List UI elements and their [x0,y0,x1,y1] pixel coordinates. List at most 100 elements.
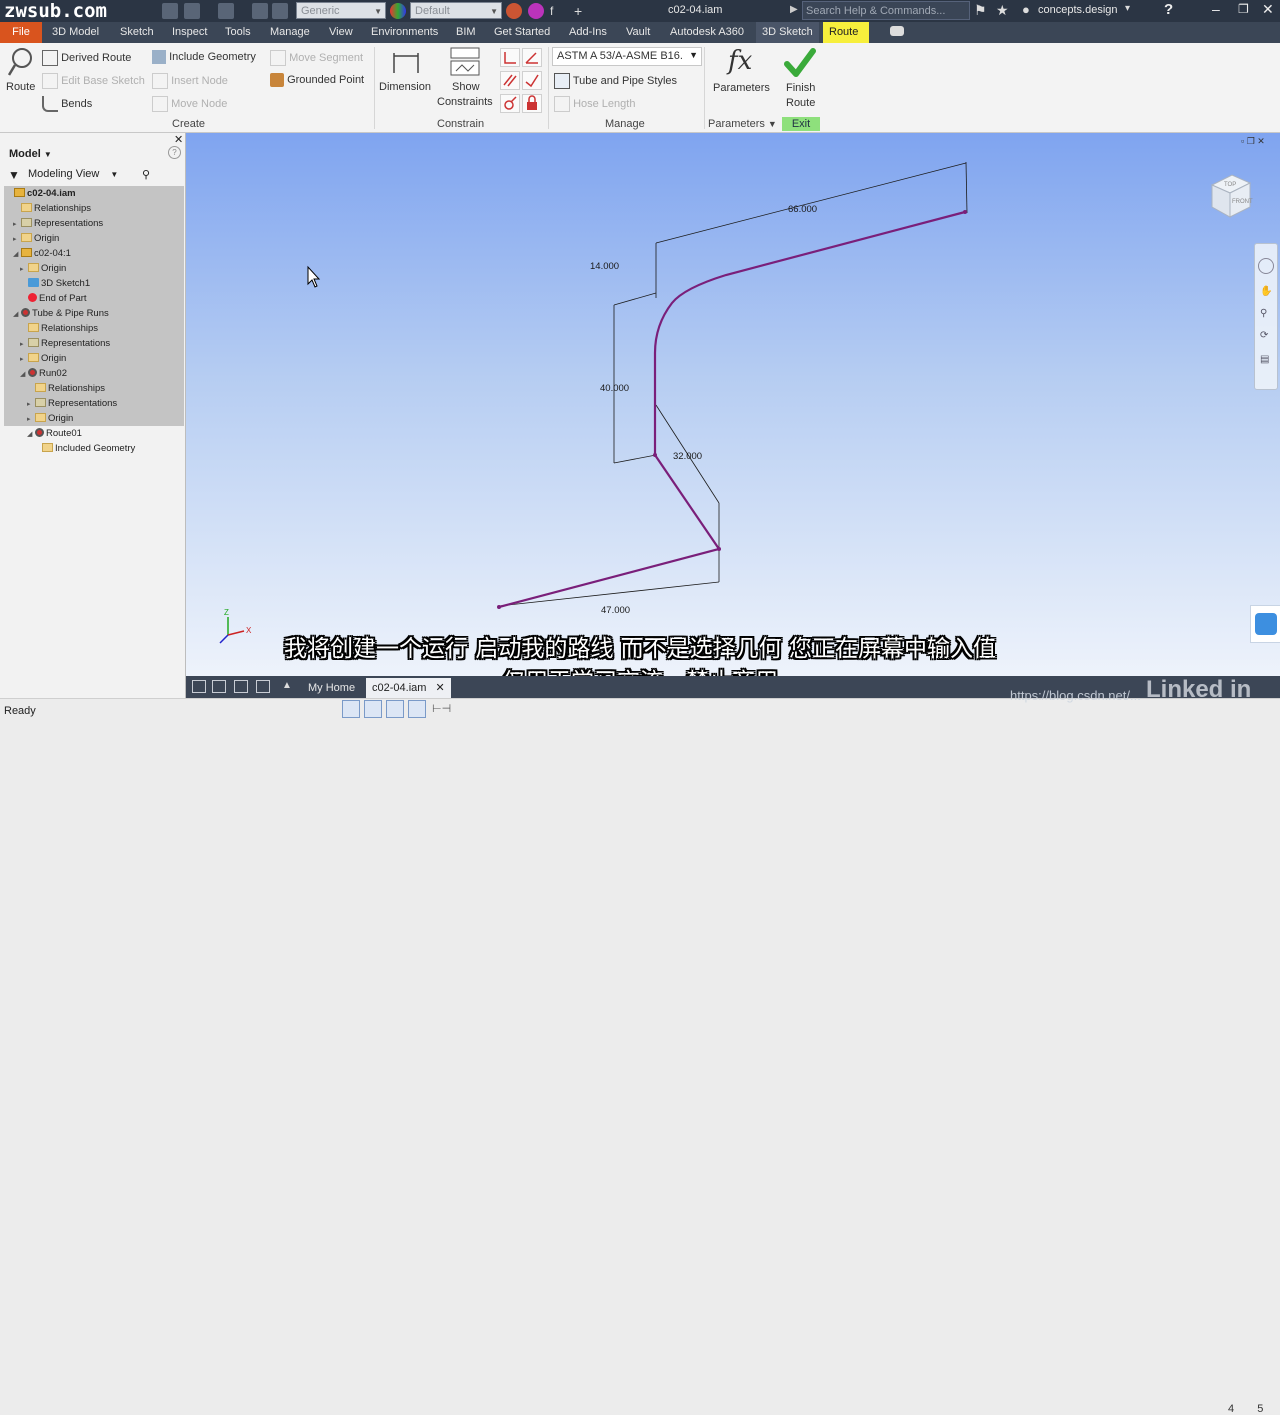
snap-icon[interactable] [364,700,382,718]
expand-toggle-icon[interactable]: ▸ [20,262,28,277]
user-dropdown-icon[interactable]: ▾ [1125,3,1130,14]
minimize-icon[interactable]: – [1212,1,1220,17]
tab-route[interactable]: Route [823,22,869,43]
style-select[interactable]: ASTM A 53/A-ASME B16. ▼ [552,47,702,66]
hose-length-button[interactable]: Hose Length [554,96,635,112]
tree-node[interactable]: Included Geometry [34,441,135,456]
insert-node-button[interactable]: Insert Node [152,73,228,89]
move-node-button[interactable]: Move Node [152,96,227,112]
include-geometry-button[interactable]: Include Geometry [152,50,256,64]
close-icon[interactable]: ✕ [1262,1,1274,18]
tab-file[interactable]: File [0,22,42,43]
grounded-point-button[interactable]: Grounded Point [270,73,364,87]
star-icon[interactable]: ★ [996,2,1009,19]
help-icon[interactable]: ? [1164,1,1173,18]
tab-tools[interactable]: Tools [219,22,257,43]
tab-autodesk-a360[interactable]: Autodesk A360 [664,22,750,43]
steering-wheel-icon[interactable] [1258,258,1274,274]
coincident-constraint-icon[interactable] [500,94,520,113]
filter-icon[interactable]: ▼ [8,168,20,182]
route-node[interactable] [653,453,657,457]
look-at-icon[interactable]: ▤ [1260,354,1269,365]
share-button[interactable] [1250,605,1280,643]
close-tab-icon[interactable]: ✕ [435,682,444,694]
constraints-label[interactable]: Constraints [437,96,493,108]
viewport-window-controls[interactable]: ▫ ❐ ✕ [1241,136,1265,147]
arrange-vertical-icon[interactable] [256,680,270,693]
show-label[interactable]: Show [452,81,480,93]
tab-vault[interactable]: Vault [620,22,656,43]
measure-icon[interactable]: ⊢⊣ [432,702,451,715]
expand-toggle-icon[interactable]: ▸ [20,337,28,352]
open-icon[interactable] [218,3,234,19]
move-segment-button[interactable]: Move Segment [270,50,363,66]
dimension-value[interactable]: 66.000 [788,204,817,215]
tile-windows-icon[interactable] [212,680,226,693]
expand-toggle-icon[interactable]: ◢ [27,427,35,442]
search-expand-icon[interactable]: ▶ [790,4,798,15]
arrange-horizontal-icon[interactable] [234,680,248,693]
fx-icon[interactable]: f [550,3,566,19]
ribbon-toggle-icon[interactable] [890,26,904,36]
tree-node[interactable]: ◢ Run02 [20,366,67,381]
route-label[interactable]: Route [786,97,815,109]
clear-icon[interactable] [528,3,544,19]
derived-route-button[interactable]: Derived Route [42,50,131,66]
close-icon[interactable]: ✕ [174,133,183,146]
tab-my-home[interactable]: My Home [304,679,359,698]
dimension-value[interactable]: 32.000 [673,451,702,462]
tab-get-started[interactable]: Get Started [488,22,556,43]
user-name[interactable]: concepts.design [1038,4,1118,16]
tree-node[interactable]: ▸ Representations [13,216,103,231]
finish-route-icon[interactable] [784,47,816,79]
search-input[interactable]: Search Help & Commands... [802,1,970,20]
fix-constraint-icon[interactable] [522,94,542,113]
cascade-windows-icon[interactable] [192,680,206,693]
finish-label[interactable]: Finish [786,82,815,94]
tab-environments[interactable]: Environments [365,22,444,43]
dimension-icon[interactable] [392,49,420,75]
new-icon[interactable] [184,3,200,19]
tree-node[interactable]: End of Part [20,291,87,306]
tube-pipe-styles-button[interactable]: Tube and Pipe Styles [554,73,677,89]
orbit-icon[interactable]: ⟳ [1260,330,1268,341]
dimension-display-icon[interactable] [408,700,426,718]
tab-menu-icon[interactable]: ▲ [282,680,292,691]
user-icon[interactable]: ● [1022,2,1030,17]
tab-3d-model[interactable]: 3D Model [46,22,105,43]
tree-node[interactable]: Relationships [13,201,91,216]
route-button[interactable]: Route [6,81,35,93]
appearance-icon[interactable] [390,3,406,19]
parameters-icon[interactable]: fx [728,46,752,76]
tree-node[interactable]: Relationships [27,381,105,396]
color-icon[interactable] [506,3,522,19]
bends-button[interactable]: Bends [42,96,92,112]
zoom-icon[interactable]: ⚲ [1260,308,1267,319]
tree-node[interactable]: 3D Sketch1 [20,276,90,291]
tree-node[interactable]: ▸ Representations [27,396,117,411]
expand-toggle-icon[interactable]: ▸ [13,232,21,247]
tree-node[interactable]: ▸ Representations [20,336,110,351]
binoculars-icon[interactable]: ⚑ [974,2,987,19]
dimension-value[interactable]: 47.000 [601,605,630,616]
tree-node[interactable]: ◢ Route01 [27,426,82,441]
tab-document[interactable]: c02-04.iam ✕ [366,678,451,698]
tangent-constraint-icon[interactable] [522,71,542,90]
route-node[interactable] [963,210,967,214]
expand-toggle-icon[interactable]: ◢ [13,307,21,322]
home-icon[interactable] [162,3,178,19]
angle-constraint-icon[interactable] [522,48,542,67]
undo-icon[interactable] [252,3,268,19]
sketch-grid-icon[interactable] [342,700,360,718]
expand-toggle-icon[interactable]: ▸ [27,397,35,412]
parameters-button[interactable]: Parameters [713,82,770,94]
expand-toggle-icon[interactable]: ◢ [13,247,21,262]
tree-node[interactable]: ◢ Tube & Pipe Runs [13,306,109,321]
route-node[interactable] [497,605,501,609]
dimension-value[interactable]: 40.000 [600,383,629,394]
tree-node[interactable]: c02-04.iam [6,186,76,201]
tab-inspect[interactable]: Inspect [166,22,213,43]
tree-node[interactable]: ▸ Origin [20,351,66,366]
tree-node[interactable]: ▸ Origin [27,411,73,426]
dimension-value[interactable]: 14.000 [590,261,619,272]
